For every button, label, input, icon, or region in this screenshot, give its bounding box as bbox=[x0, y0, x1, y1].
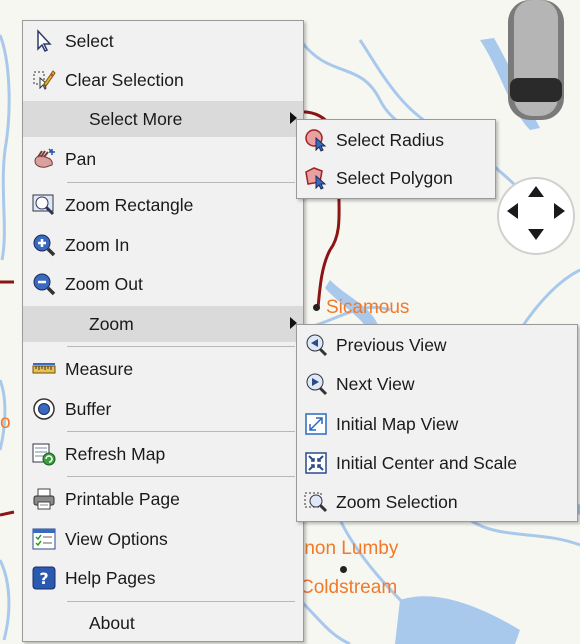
menu-item-printable-page[interactable]: Printable Page bbox=[23, 481, 303, 517]
refresh-map-icon bbox=[32, 442, 56, 466]
menu-item-label: View Options bbox=[65, 528, 168, 549]
map-context-menu: Select Clear Selection Select More Pan Z… bbox=[22, 20, 304, 642]
menu-item-label: About bbox=[89, 612, 135, 633]
menu-item-label: Printable Page bbox=[65, 488, 180, 509]
menu-separator bbox=[67, 182, 295, 183]
pan-hand-icon bbox=[32, 147, 56, 171]
menu-item-label: Zoom In bbox=[65, 234, 130, 255]
previous-view-icon bbox=[304, 333, 328, 357]
menu-item-initial-center-scale[interactable]: Initial Center and Scale bbox=[297, 445, 577, 481]
menu-item-view-options[interactable]: View Options bbox=[23, 521, 303, 557]
printer-icon bbox=[32, 487, 56, 511]
menu-item-label: Zoom Out bbox=[65, 273, 143, 294]
menu-item-label: Select Radius bbox=[336, 129, 444, 150]
menu-item-zoom-selection[interactable]: Zoom Selection bbox=[297, 484, 577, 520]
menu-item-label: Measure bbox=[65, 358, 134, 379]
menu-item-select[interactable]: Select bbox=[23, 23, 303, 59]
initial-map-view-icon bbox=[304, 412, 328, 436]
menu-item-select-radius[interactable]: Select Radius bbox=[297, 122, 495, 158]
place-label-lumby: rnon Lumby bbox=[298, 538, 399, 559]
clear-selection-icon bbox=[32, 68, 56, 92]
svg-text:?: ? bbox=[39, 569, 48, 588]
menu-item-measure[interactable]: Measure bbox=[23, 351, 303, 387]
zoom-rectangle-icon bbox=[32, 193, 56, 217]
view-options-icon bbox=[32, 527, 56, 551]
ruler-icon bbox=[32, 357, 56, 381]
menu-item-label: Select More bbox=[89, 108, 183, 129]
buffer-icon bbox=[32, 397, 56, 421]
next-view-icon bbox=[304, 372, 328, 396]
menu-item-label: Initial Center and Scale bbox=[336, 452, 517, 473]
menu-item-zoom[interactable]: Zoom bbox=[23, 306, 303, 342]
menu-separator bbox=[67, 431, 295, 432]
zoom-selection-icon bbox=[304, 490, 328, 514]
menu-separator bbox=[67, 601, 295, 602]
menu-item-previous-view[interactable]: Previous View bbox=[297, 327, 577, 363]
town-dot-sicamous bbox=[313, 304, 320, 311]
menu-item-label: Previous View bbox=[336, 334, 447, 355]
menu-item-initial-map-view[interactable]: Initial Map View bbox=[297, 406, 577, 442]
menu-item-label: Zoom Rectangle bbox=[65, 194, 194, 215]
menu-item-refresh-map[interactable]: Refresh Map bbox=[23, 436, 303, 472]
menu-item-label: Pan bbox=[65, 148, 97, 169]
cursor-icon bbox=[32, 29, 56, 53]
menu-item-pan[interactable]: Pan bbox=[23, 141, 303, 177]
menu-item-buffer[interactable]: Buffer bbox=[23, 391, 303, 427]
zoom-out-icon bbox=[32, 272, 56, 296]
menu-item-label: Select Polygon bbox=[336, 167, 453, 188]
zoom-in-icon bbox=[32, 233, 56, 257]
place-label-coldstream: Coldstream bbox=[300, 577, 398, 598]
menu-item-about[interactable]: About bbox=[23, 605, 303, 641]
menu-item-help-pages[interactable]: ? Help Pages bbox=[23, 560, 303, 596]
menu-item-label: Refresh Map bbox=[65, 443, 166, 464]
menu-item-label: Clear Selection bbox=[65, 69, 184, 90]
menu-item-zoom-out[interactable]: Zoom Out bbox=[23, 266, 303, 302]
zoom-submenu: Previous View Next View Initial Map View… bbox=[296, 324, 578, 522]
menu-item-label: Initial Map View bbox=[336, 413, 459, 434]
menu-item-label: Zoom Selection bbox=[336, 491, 458, 512]
menu-item-next-view[interactable]: Next View bbox=[297, 366, 577, 402]
menu-separator bbox=[67, 346, 295, 347]
menu-item-clear-selection[interactable]: Clear Selection bbox=[23, 62, 303, 98]
place-label-sicamous: Sicamous bbox=[326, 297, 410, 318]
menu-item-label: Select bbox=[65, 30, 114, 51]
menu-item-label: Help Pages bbox=[65, 567, 156, 588]
menu-item-label: Zoom bbox=[89, 313, 134, 334]
place-label-edge: o bbox=[0, 412, 11, 433]
menu-item-zoom-in[interactable]: Zoom In bbox=[23, 227, 303, 263]
select-more-submenu: Select Radius Select Polygon bbox=[296, 119, 496, 199]
menu-item-label: Next View bbox=[336, 373, 415, 394]
help-icon: ? bbox=[32, 566, 56, 590]
select-polygon-icon bbox=[304, 166, 328, 190]
menu-item-select-polygon[interactable]: Select Polygon bbox=[297, 160, 495, 196]
menu-item-label: Buffer bbox=[65, 398, 112, 419]
town-dot-coldstream bbox=[340, 566, 347, 573]
menu-item-select-more[interactable]: Select More bbox=[23, 101, 303, 137]
menu-item-zoom-rectangle[interactable]: Zoom Rectangle bbox=[23, 187, 303, 223]
initial-center-scale-icon bbox=[304, 451, 328, 475]
select-radius-icon bbox=[304, 128, 328, 152]
menu-separator bbox=[67, 476, 295, 477]
